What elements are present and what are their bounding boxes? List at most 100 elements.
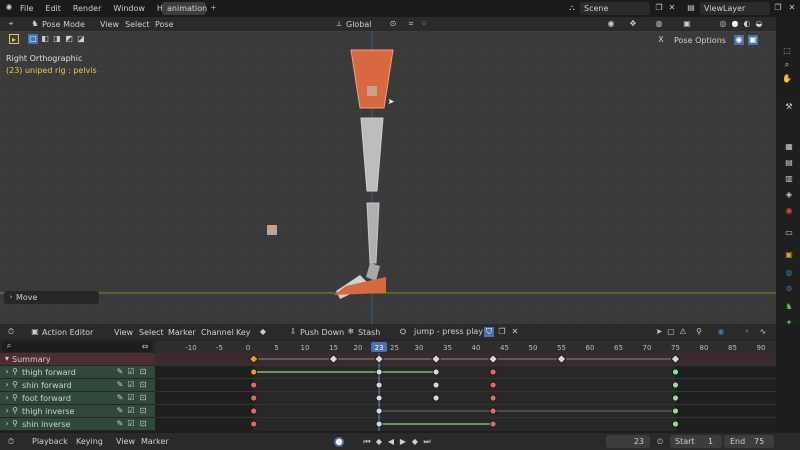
tool-props-icon[interactable]: ⚒ — [784, 102, 794, 112]
action-name-field[interactable]: jump - press play! — [412, 326, 486, 337]
viewlayer-selector[interactable]: ViewLayer — [700, 2, 770, 15]
timeline-menu-view[interactable]: View — [116, 437, 135, 446]
modifier-wrench-icon[interactable]: ✎ — [115, 393, 125, 403]
keyframe[interactable] — [432, 368, 440, 376]
overlays-icon[interactable]: ◍ — [654, 19, 664, 29]
scene-props-icon[interactable]: ◈ — [784, 190, 794, 200]
blender-logo-icon[interactable]: ✺ — [4, 3, 14, 13]
editor-type-dopesheet-icon[interactable]: ⏱ — [6, 327, 16, 337]
keyframe[interactable] — [250, 368, 258, 376]
pivot-icon[interactable]: ⊙ — [388, 19, 398, 29]
snap-icon[interactable]: ⌗ — [406, 19, 416, 29]
ae-menu-channel[interactable]: Channel — [201, 328, 234, 337]
lock-icon[interactable]: ⊡ — [138, 406, 148, 416]
lock-icon[interactable]: ⊡ — [138, 419, 148, 429]
keyframe[interactable] — [489, 368, 497, 376]
channel-summary[interactable]: ▾ Summary — [0, 353, 155, 365]
rendered-shading-icon[interactable]: ◒ — [754, 19, 764, 29]
channel-row[interactable]: › ⚲ shin forward ✎ ☑ ⊡ — [0, 379, 155, 391]
modifier-wrench-icon[interactable]: ✎ — [115, 419, 125, 429]
bone-props-icon[interactable]: ✦ — [784, 318, 794, 328]
proportional-edit-icon[interactable]: ◉ — [716, 327, 726, 337]
ae-menu-marker[interactable]: Marker — [168, 328, 196, 337]
keyframe[interactable] — [250, 420, 258, 428]
object-props-icon[interactable]: ▣ — [784, 250, 794, 260]
keyframe-type-icon[interactable]: ◆ — [258, 327, 268, 337]
start-frame-field[interactable]: Start 1 — [670, 435, 722, 448]
play-icon[interactable]: ▶ — [398, 437, 408, 447]
add-workspace-button[interactable]: + — [210, 3, 217, 12]
mode-selector[interactable]: Pose Mode — [42, 20, 85, 29]
channel-row[interactable]: › ⚲ foot forward ✎ ☑ ⊡ — [0, 392, 155, 404]
wireframe-shading-icon[interactable]: ◎ — [718, 19, 728, 29]
camera-view-icon[interactable]: ⬚ — [782, 46, 792, 56]
keyframe[interactable] — [250, 407, 258, 415]
output-props-icon[interactable]: ▤ — [784, 158, 794, 168]
interpolation-icon[interactable]: ∿ — [758, 327, 768, 337]
collection-props-icon[interactable]: ▭ — [784, 228, 794, 238]
chevron-down-icon[interactable]: ▾ — [2, 354, 12, 364]
channel-row[interactable]: › ⚲ thigh inverse ✎ ☑ ⊡ — [0, 405, 155, 417]
modifier-wrench-icon[interactable]: ✎ — [115, 406, 125, 416]
end-frame-field[interactable]: End 75 — [724, 435, 774, 448]
armature-props-icon[interactable]: ♞ — [784, 302, 794, 312]
visibility-icon[interactable]: ◉ — [606, 19, 616, 29]
keyframe[interactable] — [672, 420, 679, 428]
copy-scene-icon[interactable]: ❐ — [654, 3, 664, 13]
zoom-icon[interactable]: ⌕ — [782, 60, 792, 70]
keyframe[interactable] — [672, 368, 679, 376]
jump-end-icon[interactable]: ⏭ — [422, 437, 432, 447]
toggle-collection-icon[interactable]: ▣ — [748, 35, 758, 45]
timeline-editor-icon[interactable]: ⏱ — [6, 437, 16, 447]
checkbox-icon[interactable]: ☑ — [126, 419, 136, 429]
keyframe[interactable] — [375, 407, 383, 415]
push-down-button[interactable]: Push Down — [300, 328, 344, 337]
keyframe[interactable] — [375, 394, 383, 402]
jump-next-key-icon[interactable]: ◆ — [410, 437, 420, 447]
swap-icon[interactable]: ⇔ — [140, 342, 150, 352]
view-layer-props-icon[interactable]: ▥ — [784, 174, 794, 184]
bone-ik-target[interactable] — [267, 225, 277, 235]
keyframe[interactable] — [250, 381, 258, 389]
scene-selector[interactable]: Scene — [580, 2, 650, 15]
only-selected-icon[interactable]: ➤ — [654, 327, 664, 337]
keyframe[interactable] — [432, 394, 440, 402]
preview-range-icon[interactable]: ⏲ — [655, 437, 665, 447]
fake-user-icon[interactable]: ⛉ — [484, 327, 494, 337]
delete-scene-icon[interactable]: ✕ — [667, 3, 677, 13]
channel-row[interactable]: › ⚲ thigh forward ✎ ☑ ⊡ — [0, 366, 155, 378]
channel-search-input[interactable]: ⌕ — [2, 341, 152, 352]
editor-type-icon[interactable]: ⌖ — [6, 19, 16, 29]
timeline-menu-keying[interactable]: Keying — [76, 437, 103, 446]
tab-animation[interactable]: animation — [162, 2, 207, 15]
checkbox-icon[interactable]: ☑ — [126, 406, 136, 416]
editor-mode-select[interactable]: Action Editor — [42, 328, 93, 337]
keyframe[interactable] — [489, 381, 497, 389]
xray-icon[interactable]: ▣ — [682, 19, 692, 29]
lock-icon[interactable]: ⊡ — [138, 367, 148, 377]
keyframe[interactable] — [672, 394, 679, 402]
select-mode-invert-icon[interactable]: ◩ — [64, 34, 74, 44]
keyframe[interactable] — [432, 381, 440, 389]
bone-pelvis-head[interactable] — [367, 86, 377, 96]
show-hidden-icon[interactable]: ▢ — [666, 327, 676, 337]
auto-snap-icon[interactable]: ◦ — [742, 327, 752, 337]
hand-pan-icon[interactable]: ✋ — [782, 74, 792, 84]
lock-icon[interactable]: ⊡ — [138, 393, 148, 403]
keyframe-region[interactable] — [155, 353, 776, 431]
menu-view[interactable]: View — [100, 20, 119, 29]
solid-shading-icon[interactable]: ● — [730, 19, 740, 29]
modifier-wrench-icon[interactable]: ✎ — [115, 367, 125, 377]
jump-prev-key-icon[interactable]: ◆ — [374, 437, 384, 447]
timeline-menu-playback[interactable]: Playback — [32, 437, 68, 446]
close-x-icon[interactable]: X — [656, 35, 666, 45]
select-mode-new-icon[interactable]: ▢ — [28, 34, 38, 44]
current-frame-field[interactable]: 23 — [606, 435, 650, 448]
keyframe[interactable] — [672, 407, 679, 415]
select-mode-subtract-icon[interactable]: ◨ — [52, 34, 62, 44]
menu-select[interactable]: Select — [125, 20, 150, 29]
select-tool-icon[interactable]: ▸ — [9, 34, 19, 44]
menu-render[interactable]: Render — [73, 4, 101, 13]
operator-panel[interactable]: › Move — [4, 291, 99, 304]
record-icon[interactable]: ● — [334, 437, 344, 447]
